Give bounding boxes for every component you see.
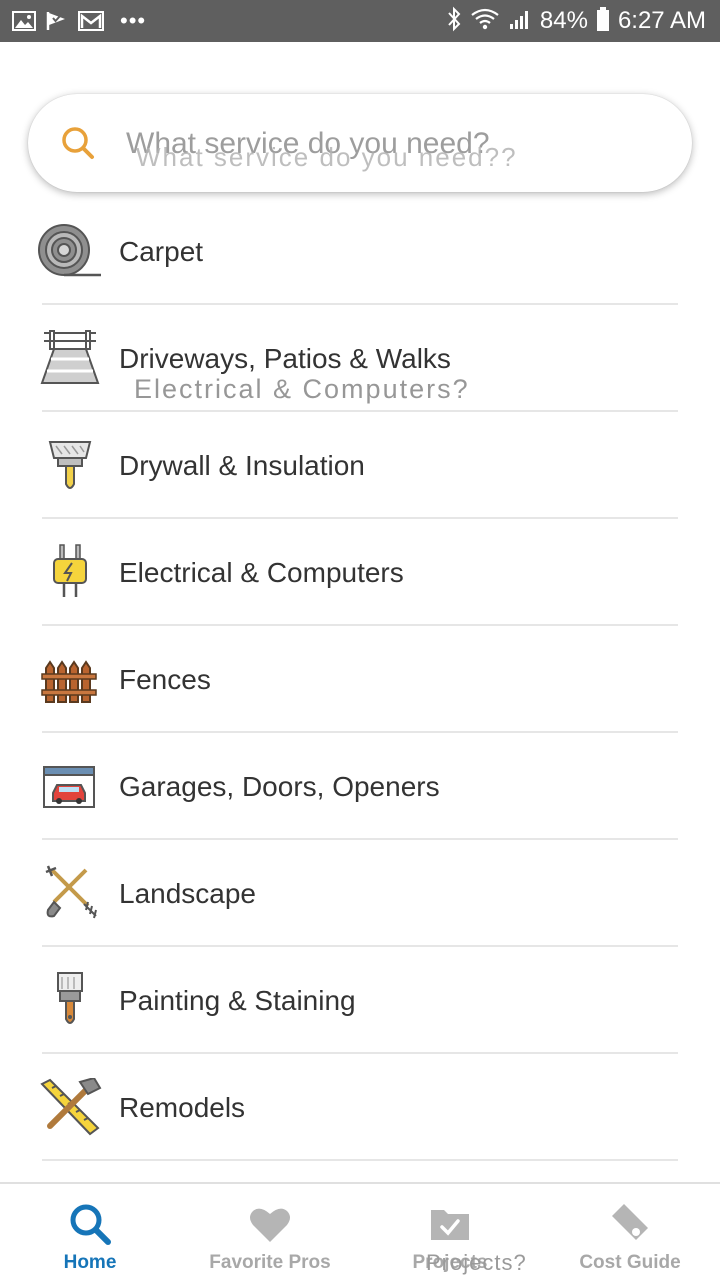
garage-icon (38, 757, 102, 815)
search-overlay-text: What service do you need?? (136, 142, 518, 172)
tab-label: Cost Guide (579, 1252, 681, 1273)
driveway-icon (38, 329, 102, 387)
bluetooth-icon (446, 6, 462, 37)
category-item-electrical[interactable]: Electrical & Computers (0, 519, 720, 626)
battery-percent: 84% (539, 7, 588, 34)
category-label: Landscape (119, 878, 257, 909)
category-label: Drywall & Insulation (119, 450, 365, 481)
wifi-icon (470, 7, 500, 36)
check-flag-icon (46, 10, 68, 32)
category-label: Electrical & Computers (119, 557, 404, 588)
heart-icon (248, 1202, 292, 1246)
notification-icons: ••• (12, 8, 146, 34)
category-item-garages[interactable]: Garages, Doors, Openers (0, 733, 720, 840)
more-dots-icon: ••• (120, 8, 147, 33)
category-item-carpet[interactable]: Carpet (0, 198, 720, 305)
status-bar: ••• 84% 6:27 AM (0, 0, 720, 42)
gmail-icon (78, 11, 104, 31)
category-label: Remodels (119, 1092, 246, 1123)
category-label: Painting & Staining (119, 985, 356, 1016)
search-icon (60, 125, 96, 161)
search-bar[interactable]: What service do you need? What service d… (28, 94, 692, 192)
clock: 6:27 AM (617, 7, 706, 34)
system-indicators: 84% 6:27 AM (446, 6, 706, 36)
divider (42, 1159, 678, 1161)
bottom-nav: Home Favorite Pros Projects Cost Guide (0, 1182, 720, 1280)
search-icon (68, 1202, 112, 1246)
battery-icon (596, 6, 610, 37)
category-item-landscape[interactable]: Landscape (0, 840, 720, 947)
price-tag-icon (608, 1202, 652, 1246)
tab-projects[interactable]: Projects (360, 1184, 540, 1280)
hammer-ruler-icon (38, 1078, 102, 1136)
category-label: Garages, Doors, Openers (119, 771, 440, 802)
category-label: Carpet (119, 236, 204, 267)
carpet-roll-icon (38, 222, 102, 280)
category-item-drywall[interactable]: Drywall & Insulation (0, 412, 720, 519)
tab-label: Home (63, 1252, 117, 1273)
folder-check-icon (428, 1202, 472, 1246)
category-item-remodels[interactable]: Remodels (0, 1054, 720, 1161)
tab-favorite-pros[interactable]: Favorite Pros (180, 1184, 360, 1280)
category-list: Carpet Driveways, Patios & Walks Drywall… (0, 198, 720, 1161)
signal-icon (508, 7, 532, 36)
tab-label: Projects (412, 1252, 488, 1273)
electric-plug-icon (38, 543, 102, 601)
category-label: Fences (119, 664, 211, 695)
category-label: Driveways, Patios & Walks (119, 343, 451, 374)
tab-cost-guide[interactable]: Cost Guide (540, 1184, 720, 1280)
image-icon (12, 11, 36, 31)
category-item-fences[interactable]: Fences (0, 626, 720, 733)
fence-icon (38, 650, 102, 708)
putty-knife-icon (38, 436, 102, 494)
category-item-driveways[interactable]: Driveways, Patios & Walks (0, 305, 720, 412)
category-item-painting[interactable]: Painting & Staining (0, 947, 720, 1054)
tab-label: Favorite Pros (209, 1252, 331, 1273)
tab-home[interactable]: Home (0, 1184, 180, 1280)
paintbrush-icon (38, 971, 102, 1029)
shovel-rake-icon (38, 864, 102, 922)
